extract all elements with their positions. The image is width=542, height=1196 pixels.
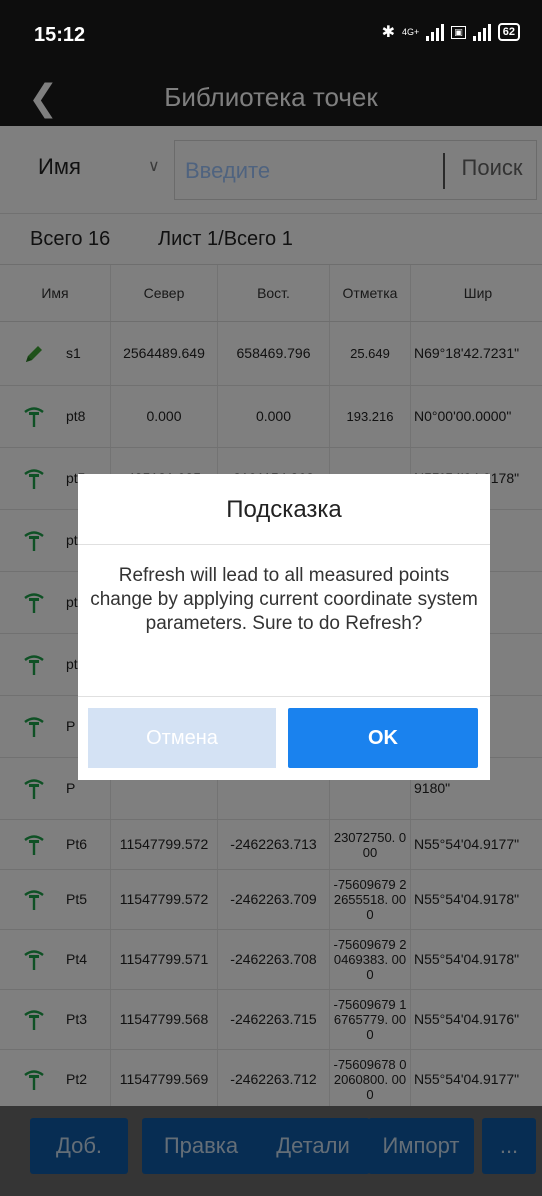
volte-icon: ▣ (451, 25, 466, 39)
dialog-message: Refresh will lead to all measured points… (90, 565, 478, 634)
status-icons: ✱ 4G+ ▣ 62 (382, 22, 520, 42)
bluetooth-icon: ✱ (381, 24, 395, 41)
dialog-divider-bottom (78, 696, 490, 697)
cancel-button[interactable]: Отмена (88, 708, 276, 768)
dialog-title: Подсказка (226, 496, 342, 523)
dialog-divider (78, 544, 490, 545)
signal-icon (426, 23, 445, 41)
refresh-dialog: Подсказка Refresh will lead to all measu… (78, 474, 490, 780)
signal-icon-2 (472, 23, 491, 41)
status-time: 15:12 (34, 24, 86, 46)
battery-icon: 62 (497, 23, 520, 41)
network-type-icon: 4G+ (401, 27, 420, 37)
status-bar: 15:12 ✱ 4G+ ▣ 62 (0, 0, 542, 72)
point-library-screen: 15:12 ✱ 4G+ ▣ 62 ❮ Библиотека точек Имя … (0, 0, 542, 1196)
ok-button[interactable]: OK (288, 708, 478, 768)
